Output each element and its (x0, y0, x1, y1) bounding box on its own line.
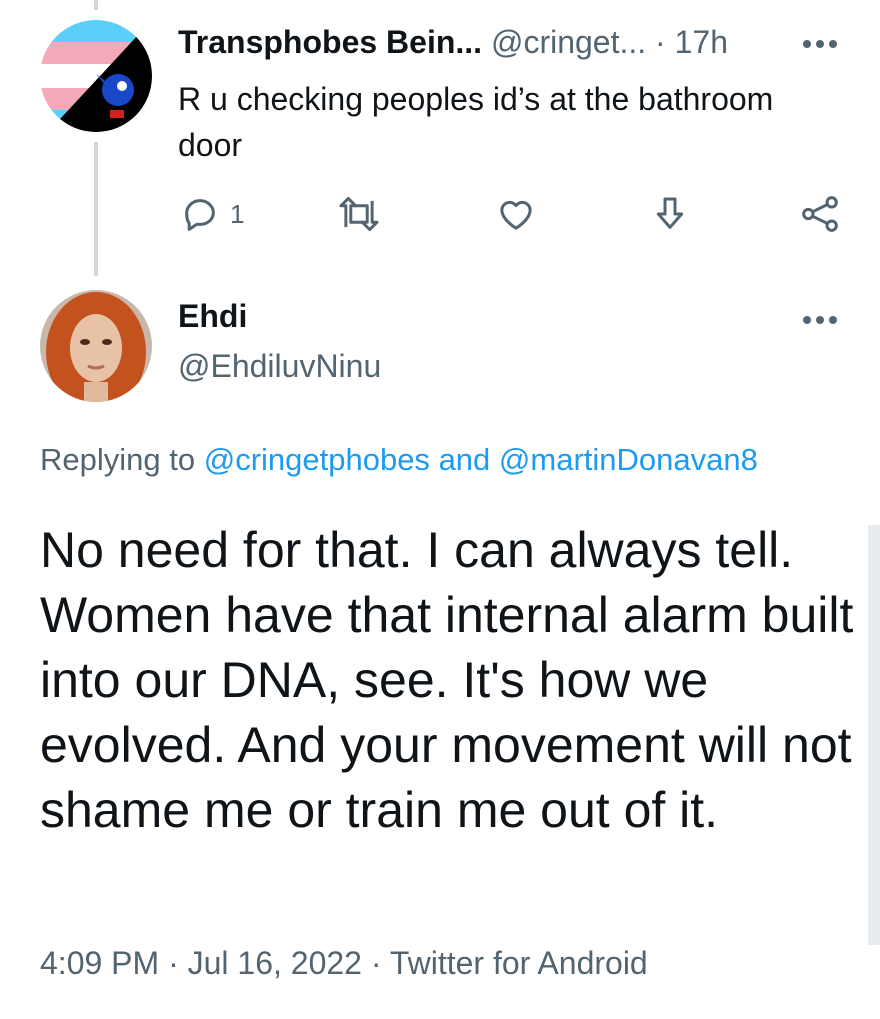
reply-button[interactable]: 1 (180, 190, 244, 238)
thread-line (94, 142, 98, 276)
reply-display-name[interactable]: Transphobes Bein... (178, 24, 482, 60)
replying-and[interactable]: and (439, 442, 491, 477)
reply-tweet-text: R u checking peoples id’s at the bathroo… (178, 81, 774, 163)
replying-user-link[interactable]: @cringetphobes (204, 442, 430, 477)
share-button[interactable] (800, 190, 840, 238)
replying-user-link[interactable]: @martinDonavan8 (499, 442, 758, 477)
reply-avatar[interactable] (40, 20, 152, 132)
more-icon (803, 40, 837, 48)
replying-prefix: Replying to (40, 442, 196, 477)
tweet-more-button[interactable] (802, 314, 838, 326)
retweet-icon (339, 196, 379, 232)
scrollbar[interactable] (868, 525, 880, 945)
reply-handle[interactable]: @cringet... (491, 24, 646, 60)
reply-more-button[interactable] (802, 38, 838, 50)
retweet-button[interactable] (336, 190, 382, 238)
share-icon (802, 196, 838, 232)
like-icon (500, 200, 532, 230)
profile-photo-icon (40, 290, 152, 402)
reply-icon (185, 199, 215, 231)
reply-header: Transphobes Bein... @cringet... · 17h (178, 24, 728, 61)
tweet-text: No need for that. I can always tell. Wom… (40, 522, 854, 838)
download-button[interactable] (650, 190, 690, 238)
like-button[interactable] (496, 190, 536, 238)
replying-to: Replying to @cringetphobes and @martinDo… (40, 442, 758, 478)
tweet-timestamp[interactable]: 4:09 PM · Jul 16, 2022 · Twitter for And… (40, 945, 648, 982)
reply-time[interactable]: · 17h (655, 24, 728, 60)
reply-count: 1 (230, 198, 245, 229)
thread-line-top (94, 0, 98, 10)
author-handle[interactable]: @EhdiluvNinu (178, 348, 381, 385)
author-display-name[interactable]: Ehdi (178, 298, 247, 335)
author-avatar[interactable] (40, 290, 152, 402)
more-icon (803, 316, 837, 324)
download-icon (656, 197, 684, 229)
trans-flag-avatar-icon (40, 20, 152, 132)
